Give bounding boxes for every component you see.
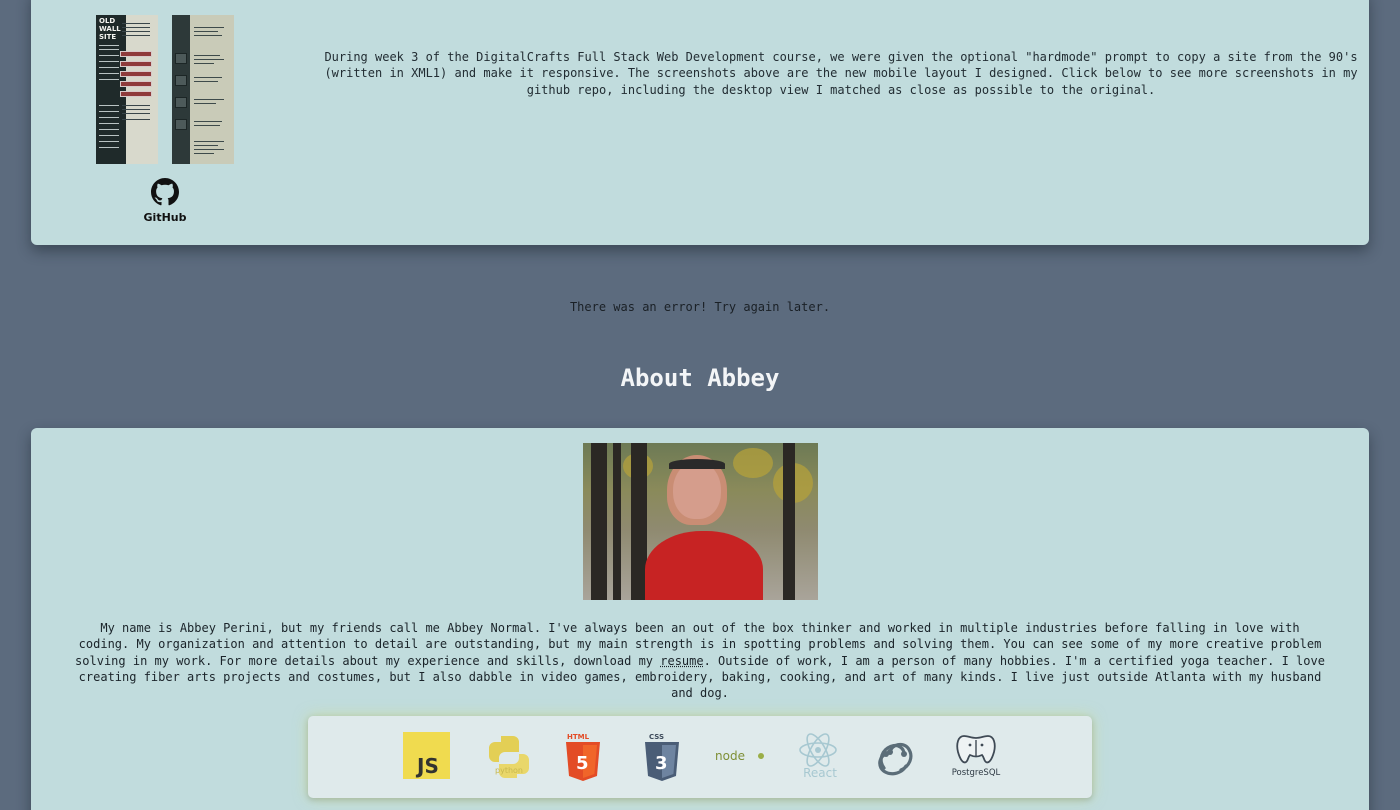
project-description: During week 3 of the DigitalCrafts Full … [324,50,1358,97]
about-heading: About Abbey [620,364,780,392]
resume-link[interactable]: resume [660,654,703,668]
github-link[interactable]: GitHub [141,178,189,224]
python-icon: python [484,732,534,782]
svg-text:3: 3 [655,753,668,774]
postgresql-icon: PostgreSQL [948,732,1004,782]
error-message: There was an error! Try again later. [569,300,831,314]
svg-text:5: 5 [576,753,589,774]
project-screenshot-mobile-home[interactable]: OLD WALL SITE [96,15,158,164]
skills-panel: JS python HTML 5 CSS 3 node React Postgr… [308,716,1092,798]
about-bio: My name is Abbey Perini, but my friends … [75,621,1325,701]
svg-text:JS: JS [415,754,439,778]
project-card: OLD WALL SITE GitHub During week 3 of th… [31,0,1369,245]
profile-photo [583,443,818,600]
javascript-icon: JS [403,732,453,782]
svg-text:CSS: CSS [649,733,664,741]
svg-text:HTML: HTML [567,733,590,741]
project-screenshot-mobile-menu[interactable] [172,15,234,164]
redux-icon [870,732,920,782]
css3-icon: CSS 3 [642,732,692,782]
github-icon [151,178,179,210]
svg-text:node: node [715,749,745,763]
nodejs-icon: node [713,732,764,782]
github-label: GitHub [143,211,187,224]
html5-icon: HTML 5 [563,732,613,782]
react-icon: React [795,732,845,782]
about-card: My name is Abbey Perini, but my friends … [31,428,1369,810]
